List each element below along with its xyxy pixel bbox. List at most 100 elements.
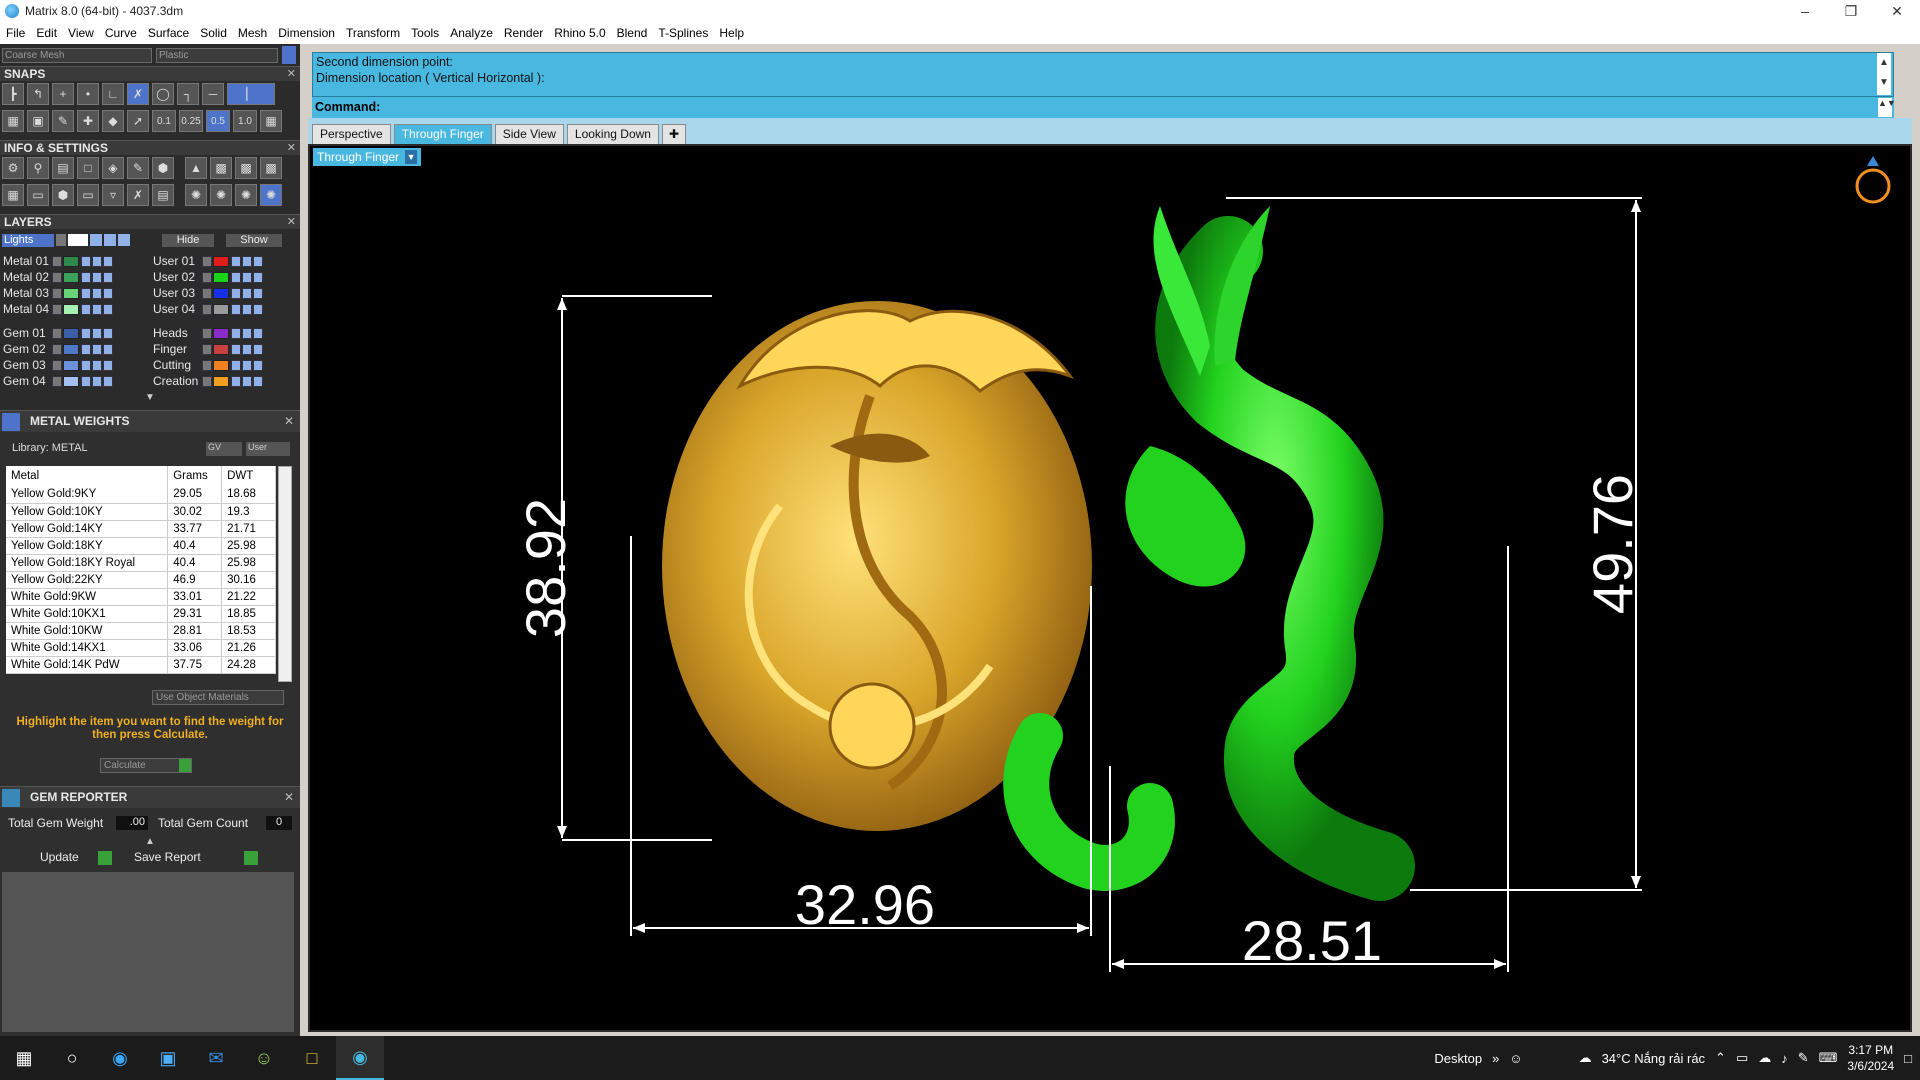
layer-color-swatch[interactable]	[213, 343, 229, 355]
visible-icon[interactable]	[103, 327, 113, 339]
near-snap-icon[interactable]: ↰	[27, 83, 49, 105]
snap-value-05[interactable]: 0.5	[206, 110, 230, 132]
visible-icon[interactable]	[253, 271, 263, 283]
command-input[interactable]	[386, 99, 1866, 116]
visible-icon[interactable]	[253, 303, 263, 315]
layer-color-swatch[interactable]	[63, 359, 79, 371]
menu-edit[interactable]: Edit	[36, 26, 57, 40]
onedrive-icon[interactable]: ☁	[1758, 1050, 1771, 1066]
people-icon[interactable]: ☺	[1509, 1051, 1522, 1066]
bulb-icon[interactable]	[242, 327, 252, 339]
visible-icon[interactable]	[118, 234, 130, 246]
cube-icon[interactable]: ⬢	[152, 157, 174, 179]
visible-icon[interactable]	[103, 303, 113, 315]
layer-row[interactable]: User 03	[150, 286, 264, 300]
tab-side-view[interactable]: Side View	[494, 124, 564, 144]
bulb-icon[interactable]	[92, 359, 102, 371]
hide-button[interactable]: Hide	[162, 234, 214, 247]
tan-snap-icon[interactable]: ┐	[177, 83, 199, 105]
lock-icon[interactable]	[81, 375, 91, 387]
expand-icon[interactable]	[202, 359, 212, 371]
lock-icon[interactable]	[231, 359, 241, 371]
notes-icon[interactable]: ✎	[127, 157, 149, 179]
collapse-icon[interactable]: ▼	[145, 392, 155, 403]
volume-icon[interactable]: ♪	[1781, 1051, 1788, 1066]
gem-icon[interactable]: ◈	[102, 157, 124, 179]
frame-icon-3[interactable]: ▩	[260, 157, 282, 179]
snap-value-01[interactable]: 0.1	[152, 110, 176, 132]
layer-color-swatch[interactable]	[213, 375, 229, 387]
clock[interactable]: 3:17 PM 3/6/2024	[1847, 1042, 1894, 1074]
lock-icon[interactable]	[81, 287, 91, 299]
expand-icon[interactable]: ▲	[145, 836, 155, 847]
render-icon-1[interactable]: ✺	[185, 184, 207, 206]
search-icon[interactable]: ○	[48, 1036, 96, 1080]
menu-tools[interactable]: Tools	[411, 26, 439, 40]
layer-row[interactable]: User 02	[150, 270, 264, 284]
mail-icon[interactable]: ✉	[192, 1036, 240, 1080]
lock-icon[interactable]	[81, 359, 91, 371]
lock-icon[interactable]	[81, 327, 91, 339]
transform-icon[interactable]: ✗	[127, 184, 149, 206]
metal-table-scrollbar[interactable]	[278, 466, 292, 682]
bulb-icon[interactable]	[242, 303, 252, 315]
menu-analyze[interactable]: Analyze	[450, 26, 493, 40]
bulb-icon[interactable]	[242, 359, 252, 371]
mesh-quality-select[interactable]: Coarse Mesh	[2, 48, 152, 63]
bulb-icon[interactable]	[242, 287, 252, 299]
point-snap-icon[interactable]: +	[52, 83, 74, 105]
render-icon-2[interactable]: ✺	[210, 184, 232, 206]
table-row[interactable]: Yellow Gold:9KY 29.05 18.68	[6, 486, 276, 504]
layer-color-swatch[interactable]	[63, 255, 79, 267]
close-icon[interactable]: ✕	[287, 215, 296, 230]
bulb-icon[interactable]	[92, 343, 102, 355]
calculate-button[interactable]: Calculate	[100, 758, 192, 773]
end-snap-icon[interactable]: ┣	[2, 83, 24, 105]
quad-snap-icon[interactable]: ─	[202, 83, 224, 105]
layer-row[interactable]: Cutting	[150, 358, 264, 372]
bulb-icon[interactable]	[92, 327, 102, 339]
lock-icon[interactable]	[231, 303, 241, 315]
expand-icon[interactable]	[202, 255, 212, 267]
bulb-icon[interactable]	[92, 303, 102, 315]
lock-icon[interactable]	[81, 255, 91, 267]
int-snap-icon[interactable]: ✗	[127, 83, 149, 105]
visible-icon[interactable]	[103, 255, 113, 267]
diamond-icon[interactable]: ◆	[102, 110, 124, 132]
restore-button[interactable]: ❐	[1828, 0, 1874, 22]
expand-icon[interactable]	[52, 359, 62, 371]
layer-color-swatch[interactable]	[63, 375, 79, 387]
expand-icon[interactable]	[52, 343, 62, 355]
lights-color-swatch[interactable]	[68, 234, 88, 246]
use-object-materials-checkbox[interactable]: Use Object Materials	[152, 690, 284, 705]
visible-icon[interactable]	[253, 287, 263, 299]
expand-icon[interactable]	[202, 375, 212, 387]
menu-blend[interactable]: Blend	[617, 26, 648, 40]
menu-tsplines[interactable]: T-Splines	[658, 26, 708, 40]
minimize-button[interactable]: –	[1782, 0, 1828, 22]
bulb-icon[interactable]	[242, 343, 252, 355]
menu-dimension[interactable]: Dimension	[278, 26, 335, 40]
lock-icon[interactable]	[81, 271, 91, 283]
ring-gauge-icon[interactable]	[1855, 156, 1891, 204]
column-grams[interactable]: Grams	[167, 466, 223, 486]
expand-icon[interactable]	[202, 287, 212, 299]
viewport[interactable]: Through Finger ▼ 38.92 32.96 49.76 28.51	[308, 144, 1912, 1032]
add-tab-icon[interactable]: ✚	[661, 124, 687, 144]
layer-color-swatch[interactable]	[213, 327, 229, 339]
expand-icon[interactable]	[202, 303, 212, 315]
visible-icon[interactable]	[253, 255, 263, 267]
store-icon[interactable]: ▣	[144, 1036, 192, 1080]
chart-icon[interactable]: ▲	[185, 157, 207, 179]
tab-through-finger[interactable]: Through Finger	[393, 124, 492, 144]
layer-color-swatch[interactable]	[63, 271, 79, 283]
layer-row[interactable]: User 04	[150, 302, 264, 316]
visible-icon[interactable]	[103, 375, 113, 387]
layer-color-swatch[interactable]	[213, 255, 229, 267]
column-metal[interactable]: Metal	[6, 466, 169, 486]
user-toggle[interactable]: User	[246, 442, 290, 456]
weather-text[interactable]: 34°C Nắng rải rác	[1602, 1051, 1705, 1066]
close-icon[interactable]: ✕	[287, 141, 296, 156]
menu-rhino[interactable]: Rhino 5.0	[554, 26, 605, 40]
lock-icon[interactable]	[90, 234, 102, 246]
